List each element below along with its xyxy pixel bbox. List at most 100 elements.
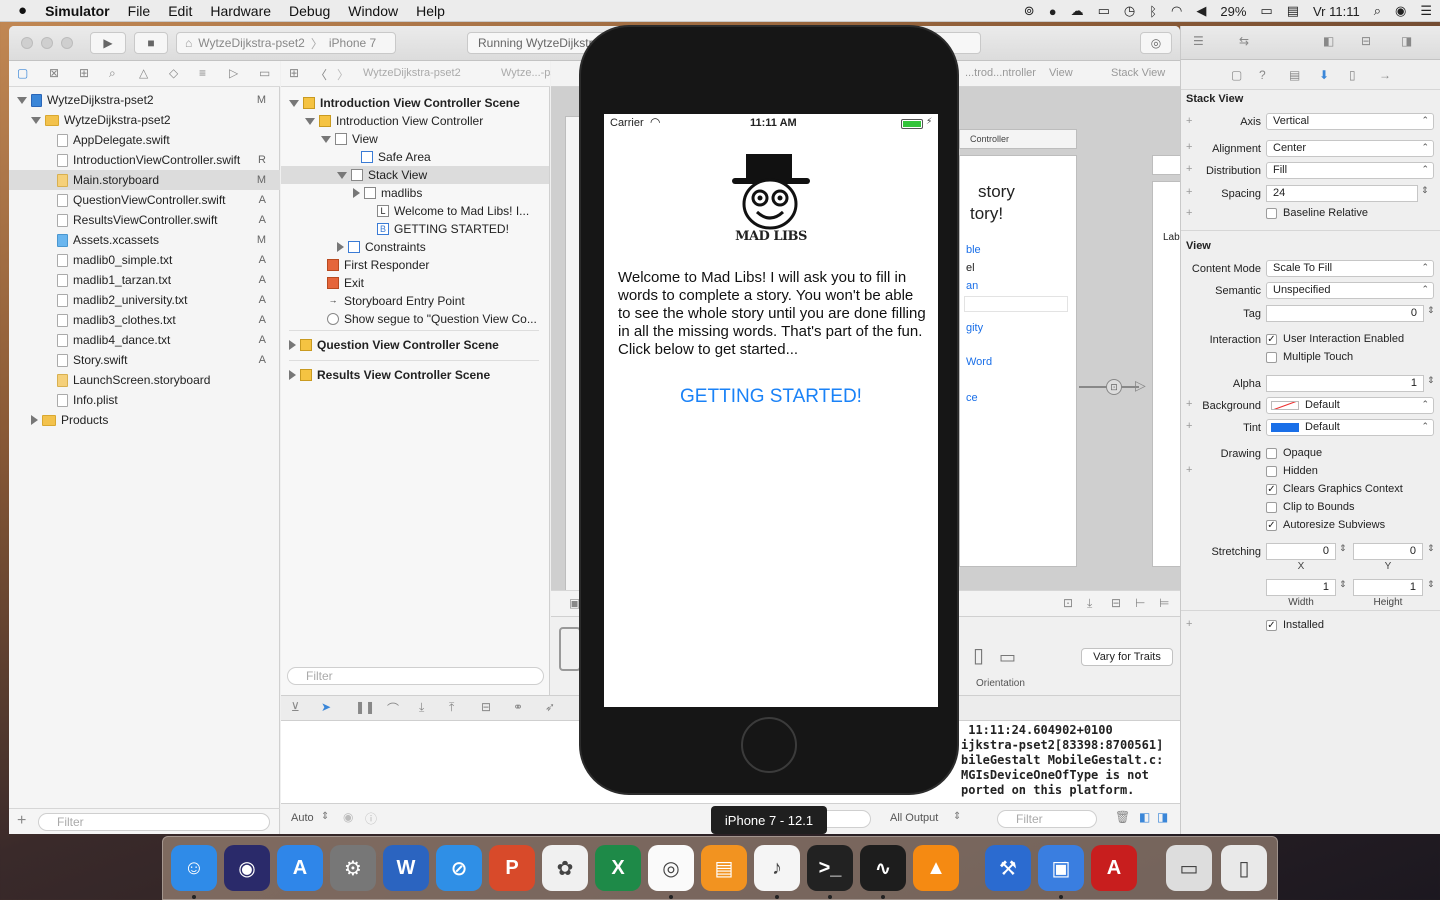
status-app-icon[interactable]: ● <box>1049 4 1057 19</box>
library-button[interactable]: ◎ <box>1140 32 1172 54</box>
dock-system-preferences-icon[interactable]: ⚙ <box>330 845 376 891</box>
breadcrumb-view[interactable]: View <box>1049 67 1073 79</box>
home-button[interactable] <box>741 717 797 773</box>
dock-word-icon[interactable]: W <box>383 845 429 891</box>
align-icon[interactable]: ⊟ <box>1111 596 1121 610</box>
disclosure-expanded-icon[interactable] <box>337 171 347 179</box>
disclosure-expanded-icon[interactable] <box>305 117 315 125</box>
navigator-toggle-icon[interactable]: ◧ <box>1323 34 1334 48</box>
dock-siri-icon[interactable]: ◉ <box>224 845 270 891</box>
outline-row[interactable]: Introduction View Controller <box>281 112 483 130</box>
navigator-row[interactable]: madlib3_clothes.txt A <box>9 310 280 330</box>
issue-tab-icon[interactable]: △ <box>139 66 148 80</box>
split-left-icon[interactable]: ◧ <box>1139 810 1150 824</box>
disclosure-collapsed-icon[interactable] <box>31 415 38 425</box>
segue-icon[interactable]: ⊡ <box>1106 379 1122 395</box>
tag-stepper-icon[interactable]: ⇕ <box>1427 305 1435 316</box>
menu-help[interactable]: Help <box>407 3 454 19</box>
breakpoints-icon[interactable]: ➤ <box>321 700 331 714</box>
battery-percent[interactable]: 29% <box>1220 4 1246 19</box>
dock-trash-icon[interactable]: ▯ <box>1221 845 1267 891</box>
editor-standard-icon[interactable]: ☰ <box>1193 34 1204 48</box>
disclosure-collapsed-icon[interactable] <box>337 242 344 252</box>
attributes-inspector-icon[interactable]: ⬇ <box>1319 68 1329 82</box>
disclosure-collapsed-icon[interactable] <box>289 370 296 380</box>
outline-row[interactable]: Safe Area <box>281 148 431 166</box>
navigator-row[interactable]: IntroductionViewController.swift R <box>9 150 280 170</box>
navigator-row[interactable]: AppDelegate.swift <box>9 130 280 150</box>
results-scene-title[interactable] <box>1152 155 1180 175</box>
dock-itunes-icon[interactable]: ♪ <box>754 845 800 891</box>
back-icon[interactable]: 〈 <box>315 66 327 83</box>
multiple-touch-checkbox[interactable]: Multiple Touch <box>1266 351 1353 363</box>
tint-select[interactable]: Default <box>1266 419 1434 436</box>
alpha-stepper-icon[interactable]: ⇕ <box>1427 375 1435 386</box>
autoresize-checkbox[interactable]: ✓ Autoresize Subviews <box>1266 519 1385 531</box>
output-select[interactable]: All Output <box>890 812 938 824</box>
siri-menu-icon[interactable]: ◉ <box>1395 3 1406 19</box>
device-preview-icon[interactable] <box>559 627 581 671</box>
add-icon[interactable]: + <box>17 812 26 830</box>
breadcrumb-controller[interactable]: ...trod...ntroller <box>965 67 1036 79</box>
source-control-tab-icon[interactable]: ⊠ <box>49 66 59 80</box>
eye-icon[interactable]: ◉ <box>343 810 353 824</box>
tag-field[interactable]: 0 <box>1266 305 1424 322</box>
memory-graph-icon[interactable]: ⚭ <box>513 700 523 714</box>
navigator-row[interactable]: WytzeDijkstra-pset2 M <box>9 90 280 110</box>
outline-row[interactable]: Introduction View Controller Scene <box>281 94 520 112</box>
outline-row[interactable]: First Responder <box>281 256 429 274</box>
outline-row[interactable]: L Welcome to Mad Libs! I... <box>281 202 529 220</box>
outline-filter[interactable]: Filter <box>287 667 544 685</box>
disclosure-collapsed-icon[interactable] <box>353 188 360 198</box>
hide-debug-icon[interactable]: ⊻ <box>291 700 300 714</box>
navigator-row[interactable]: madlib2_university.txt A <box>9 290 280 310</box>
connections-inspector-icon[interactable]: → <box>1379 68 1391 82</box>
zoom-window-button[interactable] <box>61 37 73 49</box>
navigator-row[interactable]: ResultsViewController.swift A <box>9 210 280 230</box>
stop-button[interactable]: ■ <box>134 32 168 54</box>
disclosure-collapsed-icon[interactable] <box>289 340 296 350</box>
menu-debug[interactable]: Debug <box>280 3 339 19</box>
dock-chrome-icon[interactable]: ◎ <box>648 845 694 891</box>
close-window-button[interactable] <box>21 37 33 49</box>
landscape-icon[interactable]: ▭ <box>999 647 1016 668</box>
alignment-select[interactable]: Center <box>1266 140 1434 157</box>
forward-icon[interactable]: 〉 <box>337 66 349 83</box>
disclosure-expanded-icon[interactable] <box>321 135 331 143</box>
info-icon[interactable]: ⓘ <box>365 810 377 827</box>
dock-vlc-icon[interactable]: ▲ <box>913 845 959 891</box>
minimize-window-button[interactable] <box>41 37 53 49</box>
opaque-checkbox[interactable]: Opaque <box>1266 447 1322 459</box>
version-editor-icon[interactable]: ⇆ <box>1239 34 1249 48</box>
outline-row[interactable]: madlibs <box>281 184 422 202</box>
input-flag-icon[interactable]: ▤ <box>1287 3 1299 19</box>
outline-row[interactable]: → Storyboard Entry Point <box>281 292 465 310</box>
navigator-row[interactable]: madlib4_dance.txt A <box>9 330 280 350</box>
update-frames-icon[interactable]: ⊡ <box>1063 596 1073 610</box>
identity-inspector-icon[interactable]: ▤ <box>1289 68 1300 82</box>
console-filter[interactable]: Filter <box>997 810 1097 828</box>
airplay-icon[interactable]: ▭ <box>1098 3 1110 19</box>
breadcrumb-stack-view[interactable]: Stack View <box>1111 67 1165 79</box>
navigator-row[interactable]: Products <box>9 410 280 430</box>
embed-icon[interactable]: ⤓ <box>1087 596 1092 611</box>
dock-finder-icon[interactable]: ☺ <box>171 845 217 891</box>
outline-row[interactable]: View <box>281 130 378 148</box>
outline-row[interactable]: Constraints <box>281 238 426 256</box>
help-inspector-icon[interactable]: ? <box>1259 68 1266 82</box>
outline-row[interactable]: Exit <box>281 274 364 292</box>
hidden-checkbox[interactable]: Hidden <box>1266 465 1318 477</box>
run-button[interactable]: ▶ <box>90 32 126 54</box>
trash-icon[interactable]: 🗑 <box>1115 810 1130 824</box>
menu-window[interactable]: Window <box>339 3 407 19</box>
results-scene[interactable]: Label <box>1152 181 1180 567</box>
installed-plus-icon[interactable]: + <box>1186 618 1192 630</box>
spacing-field[interactable]: 24 <box>1266 185 1418 202</box>
disclosure-expanded-icon[interactable] <box>31 116 41 124</box>
navigator-row[interactable]: LaunchScreen.storyboard <box>9 370 280 390</box>
stretch-y-stepper-icon[interactable]: ⇕ <box>1427 543 1435 554</box>
disclosure-expanded-icon[interactable] <box>289 99 299 107</box>
dock-preview-icon[interactable]: ▭ <box>1166 845 1212 891</box>
stretch-width-field[interactable]: 1 <box>1266 579 1336 596</box>
stretch-height-stepper-icon[interactable]: ⇕ <box>1427 579 1435 590</box>
